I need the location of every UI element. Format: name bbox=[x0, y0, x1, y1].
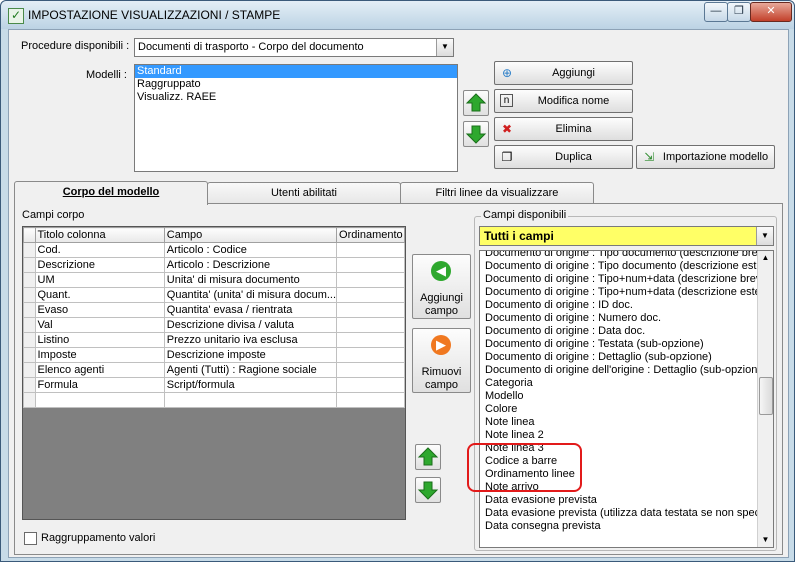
list-item[interactable]: Note linea bbox=[480, 416, 757, 429]
move-field-up-button[interactable] bbox=[415, 444, 441, 470]
list-item[interactable]: Documento di origine : Numero doc. bbox=[480, 312, 757, 325]
table-row[interactable]: UM Unita' di misura documento bbox=[23, 272, 405, 288]
list-item[interactable]: Documento di origine : Tipo+num+data (de… bbox=[480, 286, 766, 299]
table-row[interactable] bbox=[23, 392, 405, 408]
table-row[interactable]: Val Descrizione divisa / valuta bbox=[23, 317, 405, 333]
list-item[interactable]: Categoria bbox=[480, 377, 757, 390]
close-button[interactable]: ✕ bbox=[750, 2, 792, 22]
arrow-right-icon: ▶ bbox=[431, 335, 451, 355]
window-title: IMPOSTAZIONE VISUALIZZAZIONI / STAMPE bbox=[28, 8, 281, 22]
chevron-down-icon[interactable]: ▼ bbox=[436, 39, 453, 56]
rename-icon: n bbox=[500, 94, 513, 107]
raggruppamento-checkbox[interactable] bbox=[24, 532, 37, 545]
table-row[interactable]: Descrizione Articolo : Descrizione bbox=[23, 257, 405, 273]
elimina-button[interactable]: ✖ Elimina bbox=[494, 117, 633, 141]
chevron-down-icon[interactable]: ▼ bbox=[756, 227, 773, 245]
list-item[interactable]: Data evasione prevista bbox=[480, 494, 757, 507]
list-item[interactable]: Documento di origine dell'origine : Dett… bbox=[480, 364, 767, 377]
title-bar[interactable]: ✓ IMPOSTAZIONE VISUALIZZAZIONI / STAMPE … bbox=[1, 1, 794, 29]
tab-filtri-linee[interactable]: Filtri linee da visualizzare bbox=[400, 182, 594, 204]
campi-filter-select[interactable]: Tutti i campi ▼ bbox=[479, 226, 774, 246]
list-item[interactable]: Data consegna prevista bbox=[480, 520, 757, 533]
column-header[interactable]: Titolo colonna bbox=[34, 227, 165, 243]
list-item[interactable]: Colore bbox=[480, 403, 757, 416]
aggiungi-button[interactable]: ⊕ Aggiungi bbox=[494, 61, 633, 85]
minimize-button[interactable]: — bbox=[704, 2, 728, 22]
arrow-down-icon bbox=[417, 481, 439, 500]
list-item[interactable]: Data evasione prevista (utilizza data te… bbox=[480, 507, 766, 520]
importazione-modello-button[interactable]: ⇲ Importazione modello bbox=[636, 145, 775, 169]
procedure-label: Procedure disponibili : bbox=[21, 40, 130, 52]
move-model-up-button[interactable] bbox=[463, 90, 489, 116]
list-item[interactable]: Note linea 2 bbox=[480, 429, 757, 442]
table-row[interactable]: Quant. Quantita' (unita' di misura docum.… bbox=[23, 287, 405, 303]
model-item-standard[interactable]: Standard bbox=[135, 65, 457, 78]
scroll-down-icon[interactable]: ▼ bbox=[758, 533, 773, 547]
campi-corpo-grid[interactable]: Titolo colonna Campo Ordinamento Cod. Art… bbox=[22, 226, 406, 520]
field-list-scrollbar[interactable]: ▲ ▼ bbox=[757, 251, 773, 547]
add-db-icon: ⊕ bbox=[501, 66, 513, 80]
arrow-up-icon bbox=[465, 93, 487, 112]
tab-utenti-abilitati[interactable]: Utenti abilitati bbox=[207, 182, 401, 204]
app-check-icon: ✓ bbox=[8, 8, 24, 24]
campi-corpo-label: Campi corpo bbox=[22, 209, 85, 221]
move-model-down-button[interactable] bbox=[463, 121, 489, 147]
duplica-button[interactable]: ❐ Duplica bbox=[494, 145, 633, 169]
grid-header-row: Titolo colonna Campo Ordinamento bbox=[23, 227, 405, 243]
list-item[interactable]: Modello bbox=[480, 390, 757, 403]
arrow-down-icon bbox=[465, 125, 487, 144]
modifica-nome-button[interactable]: n Modifica nome bbox=[494, 89, 633, 113]
list-item[interactable]: Documento di origine : Tipo documento (d… bbox=[480, 251, 769, 260]
restore-button[interactable]: ❐ bbox=[727, 2, 751, 22]
move-field-down-button[interactable] bbox=[415, 477, 441, 503]
scroll-thumb[interactable] bbox=[759, 377, 773, 415]
tab-panel: Campi corpo Titolo colonna Campo Ordinam… bbox=[14, 203, 783, 555]
campi-disponibili-label: Campi disponibili bbox=[481, 209, 569, 221]
list-item[interactable]: Documento di origine : ID doc. bbox=[480, 299, 757, 312]
import-icon: ⇲ bbox=[643, 150, 655, 164]
list-item[interactable]: Documento di origine : Data doc. bbox=[480, 325, 757, 338]
main-window: ✓ IMPOSTAZIONE VISUALIZZAZIONI / STAMPE … bbox=[0, 0, 795, 562]
list-item[interactable]: Documento di origine : Tipo+num+data (de… bbox=[480, 273, 768, 286]
campi-disponibili-list[interactable]: Documento di origine : Tipo documento (d… bbox=[479, 250, 774, 548]
models-label: Modelli : bbox=[86, 69, 127, 81]
model-item-raee[interactable]: Visualizz. RAEE bbox=[135, 91, 457, 104]
highlight-annotation bbox=[467, 443, 582, 492]
arrow-left-icon: ◀ bbox=[431, 261, 451, 281]
scroll-up-icon[interactable]: ▲ bbox=[758, 251, 773, 265]
column-header[interactable]: Ordinamento bbox=[336, 227, 405, 243]
procedure-value: Documenti di trasporto - Corpo del docum… bbox=[138, 41, 364, 53]
table-row[interactable]: Imposte Descrizione imposte bbox=[23, 347, 405, 363]
table-row[interactable]: Listino Prezzo unitario iva esclusa bbox=[23, 332, 405, 348]
table-row[interactable]: Formula Script/formula bbox=[23, 377, 405, 393]
client-area: Procedure disponibili : Documenti di tra… bbox=[8, 29, 789, 558]
list-item[interactable]: Documento di origine : Testata (sub-opzi… bbox=[480, 338, 757, 351]
list-item[interactable]: Documento di origine : Tipo documento (d… bbox=[480, 260, 768, 273]
arrow-up-icon bbox=[417, 447, 439, 466]
table-row[interactable]: Elenco agenti Agenti (Tutti) : Ragione so… bbox=[23, 362, 405, 378]
models-list[interactable]: Standard Raggruppato Visualizz. RAEE bbox=[134, 64, 458, 172]
table-row[interactable]: Cod. Articolo : Codice bbox=[23, 242, 405, 258]
list-item[interactable]: Documento di origine : Dettaglio (sub-op… bbox=[480, 351, 757, 364]
model-item-raggruppato[interactable]: Raggruppato bbox=[135, 78, 457, 91]
aggiungi-campo-button[interactable]: ◀ Aggiungi campo bbox=[412, 254, 471, 319]
table-row[interactable]: Evaso Quantita' evasa / rientrata bbox=[23, 302, 405, 318]
column-header[interactable]: Campo bbox=[163, 227, 338, 243]
raggruppamento-label: Raggruppamento valori bbox=[41, 532, 156, 544]
procedure-select[interactable]: Documenti di trasporto - Corpo del docum… bbox=[134, 38, 454, 57]
tab-corpo-del-modello[interactable]: Corpo del modello bbox=[14, 181, 208, 205]
copy-icon: ❐ bbox=[501, 150, 513, 164]
rimuovi-campo-button[interactable]: ▶ Rimuovi campo bbox=[412, 328, 471, 393]
delete-icon: ✖ bbox=[501, 122, 513, 136]
